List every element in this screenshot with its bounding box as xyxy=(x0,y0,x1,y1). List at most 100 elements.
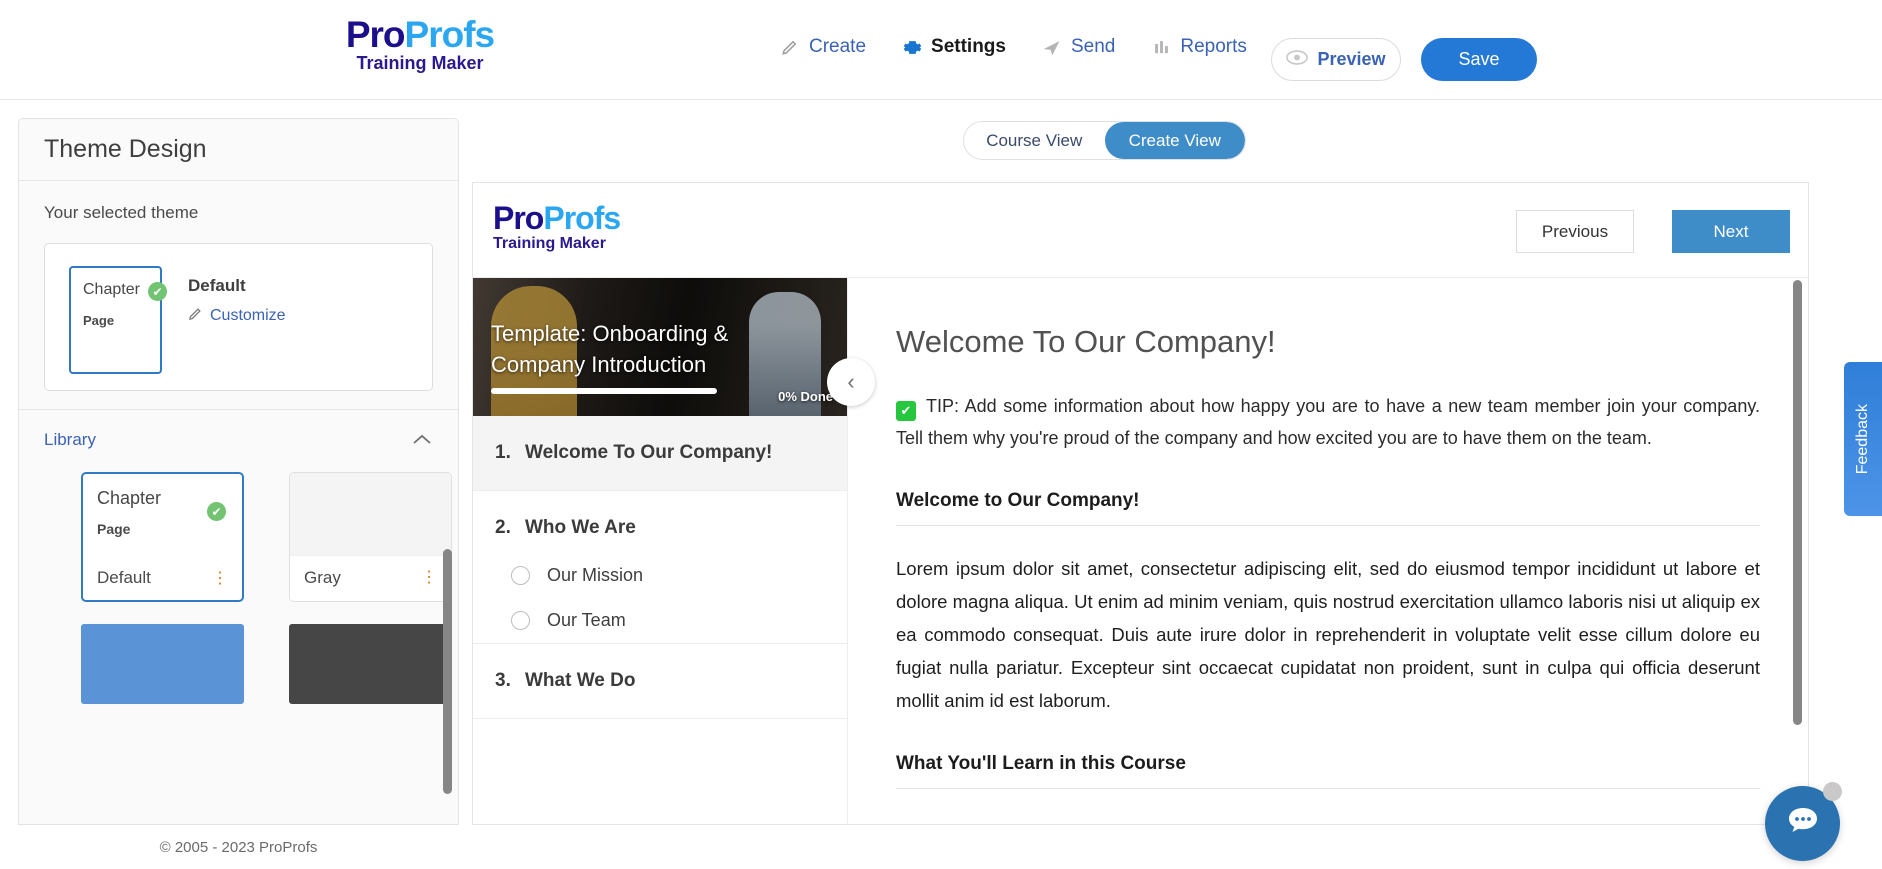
pencil-icon xyxy=(188,306,203,326)
preview-body: Template: Onboarding & Company Introduct… xyxy=(473,278,1808,825)
nav-item-create[interactable]: Create xyxy=(780,36,866,58)
logo-tagline: Training Maker xyxy=(356,53,484,73)
article-paragraph-1: Lorem ipsum dolor sit amet, consectetur … xyxy=(896,558,1760,711)
theme-thumbnail[interactable]: Chapter ✔ Page xyxy=(69,266,167,374)
library-title: Library xyxy=(44,430,96,449)
tab-course-view[interactable]: Course View xyxy=(964,122,1105,159)
course-logo-text-profs: Profs xyxy=(543,200,621,236)
nav-item-reports[interactable]: Reports xyxy=(1151,36,1247,58)
course-logo: ProProfs Training Maker xyxy=(493,200,621,253)
library-card-footer: Gray ⋮ xyxy=(290,555,451,599)
preview-button[interactable]: Preview xyxy=(1271,38,1401,81)
kebab-menu-icon[interactable]: ⋮ xyxy=(212,570,228,586)
article-divider-2 xyxy=(896,788,1760,789)
page-title: Theme Design xyxy=(44,135,207,163)
outline-item-1-label: Welcome To Our Company! xyxy=(525,442,773,463)
copyright-text: © 2005 - 2023 ProProfs xyxy=(159,839,318,856)
paper-plane-icon xyxy=(1042,37,1062,57)
pencil-icon xyxy=(780,37,800,57)
check-circle-icon: ✔ xyxy=(148,282,167,301)
outline-subitem-our-mission[interactable]: Our Mission xyxy=(473,553,847,598)
blue-swatch[interactable] xyxy=(81,624,244,704)
article-heading-1: Welcome to Our Company! xyxy=(896,490,1140,511)
selected-theme-section: Your selected theme Chapter ✔ Page Defau… xyxy=(19,181,458,410)
article-title: Welcome To Our Company! xyxy=(896,324,1276,359)
tab-create-view[interactable]: Create View xyxy=(1104,122,1245,159)
library-card-gray[interactable]: Gray ⋮ xyxy=(289,472,452,602)
outline-subitem-our-team[interactable]: Our Team xyxy=(473,598,847,643)
bar-chart-icon xyxy=(1151,37,1171,57)
library-grid: Chapter ✔ Page Default ⋮ Gray ⋮ xyxy=(19,450,458,602)
outline-item-3[interactable]: 3. What We Do xyxy=(473,644,847,719)
radio-circle-icon xyxy=(511,566,530,585)
chat-bubble-icon xyxy=(1782,800,1824,847)
outline-item-2[interactable]: 2. Who We Are xyxy=(473,491,847,553)
main-nav: Create Settings Send Reports xyxy=(780,36,1247,58)
selected-theme-card[interactable]: Chapter ✔ Page Default Customize xyxy=(44,243,433,391)
check-circle-icon: ✔ xyxy=(207,502,226,521)
green-check-icon: ✔ xyxy=(896,401,916,421)
course-preview-panel: ProProfs Training Maker Previous Next Te… xyxy=(472,182,1809,825)
nav-label-send: Send xyxy=(1070,36,1116,57)
course-logo-tagline: Training Maker xyxy=(493,235,606,252)
previous-button[interactable]: Previous xyxy=(1516,210,1634,253)
outline-spacer xyxy=(473,719,847,757)
save-button[interactable]: Save xyxy=(1421,38,1537,81)
customize-label: Customize xyxy=(210,307,286,324)
chat-badge xyxy=(1823,782,1842,801)
nav-label-settings: Settings xyxy=(931,36,1006,57)
theme-name: Default xyxy=(188,276,246,295)
kebab-menu-icon[interactable]: ⋮ xyxy=(421,570,437,586)
app-logo[interactable]: ProProfs Training Maker xyxy=(325,15,515,74)
logo-wordmark: ProProfs xyxy=(325,15,515,55)
course-article: Welcome To Our Company! ✔ TIP: Add some i… xyxy=(848,278,1808,825)
chevron-left-icon[interactable]: ‹ xyxy=(827,358,875,406)
library-card-name: Default xyxy=(97,568,151,587)
logo-text-profs: Profs xyxy=(404,14,496,55)
outline-item-1[interactable]: 1. Welcome To Our Company! xyxy=(473,416,847,491)
previous-button-label: Previous xyxy=(1541,221,1609,241)
library-card-default[interactable]: Chapter ✔ Page Default ⋮ xyxy=(81,472,244,602)
article-scrollbar[interactable] xyxy=(1793,280,1802,725)
article-tip-text: TIP: Add some information about how happ… xyxy=(896,396,1760,448)
article-divider-1 xyxy=(896,525,1760,526)
course-outline: Template: Onboarding & Company Introduct… xyxy=(473,278,875,825)
eye-icon xyxy=(1286,49,1309,70)
nav-label-create: Create xyxy=(809,36,867,57)
library-swatch-row xyxy=(19,602,458,704)
chevron-up-icon[interactable] xyxy=(413,432,431,449)
outline-subitem-our-mission-label: Our Mission xyxy=(547,565,644,585)
theme-thumb-page: Page xyxy=(83,313,115,328)
course-logo-wordmark: ProProfs xyxy=(493,200,621,236)
outline-item-3-label: What We Do xyxy=(525,670,636,691)
article-heading-2: What You'll Learn in this Course xyxy=(896,753,1186,774)
sidebar-scrollbar[interactable] xyxy=(443,549,452,794)
sidebar-header: Theme Design xyxy=(19,119,458,181)
outline-item-2-label: Who We Are xyxy=(525,517,636,538)
outline-subitem-our-team-label: Our Team xyxy=(547,610,626,630)
library-card-body: Chapter ✔ Page xyxy=(83,474,242,556)
save-button-label: Save xyxy=(1458,49,1500,69)
library-card-page: Page xyxy=(97,521,131,537)
next-button[interactable]: Next xyxy=(1672,210,1790,253)
feedback-label: Feedback xyxy=(1854,403,1871,475)
course-hero-banner: Template: Onboarding & Company Introduct… xyxy=(473,278,847,416)
theme-design-sidebar: Theme Design Your selected theme Chapter… xyxy=(18,118,459,825)
next-button-label: Next xyxy=(1713,221,1749,241)
view-toggle: Course View Create View xyxy=(963,121,1246,160)
selected-theme-label: Your selected theme xyxy=(44,203,199,222)
feedback-tab[interactable]: Feedback xyxy=(1844,362,1882,516)
course-logo-text-pro: Pro xyxy=(493,200,544,236)
footer: © 2005 - 2023 ProProfs xyxy=(18,826,459,869)
nav-item-send[interactable]: Send xyxy=(1042,36,1115,58)
hero-title: Template: Onboarding & Company Introduct… xyxy=(491,321,729,377)
customize-link[interactable]: Customize xyxy=(188,306,286,326)
gear-icon xyxy=(902,37,922,57)
nav-item-settings[interactable]: Settings xyxy=(902,36,1006,58)
tab-create-view-label: Create View xyxy=(1128,130,1221,150)
dark-swatch[interactable] xyxy=(289,624,452,704)
outline-item-1-number: 1. xyxy=(495,442,511,463)
library-header[interactable]: Library xyxy=(19,410,458,450)
radio-circle-icon xyxy=(511,611,530,630)
outline-item-3-number: 3. xyxy=(495,670,511,691)
